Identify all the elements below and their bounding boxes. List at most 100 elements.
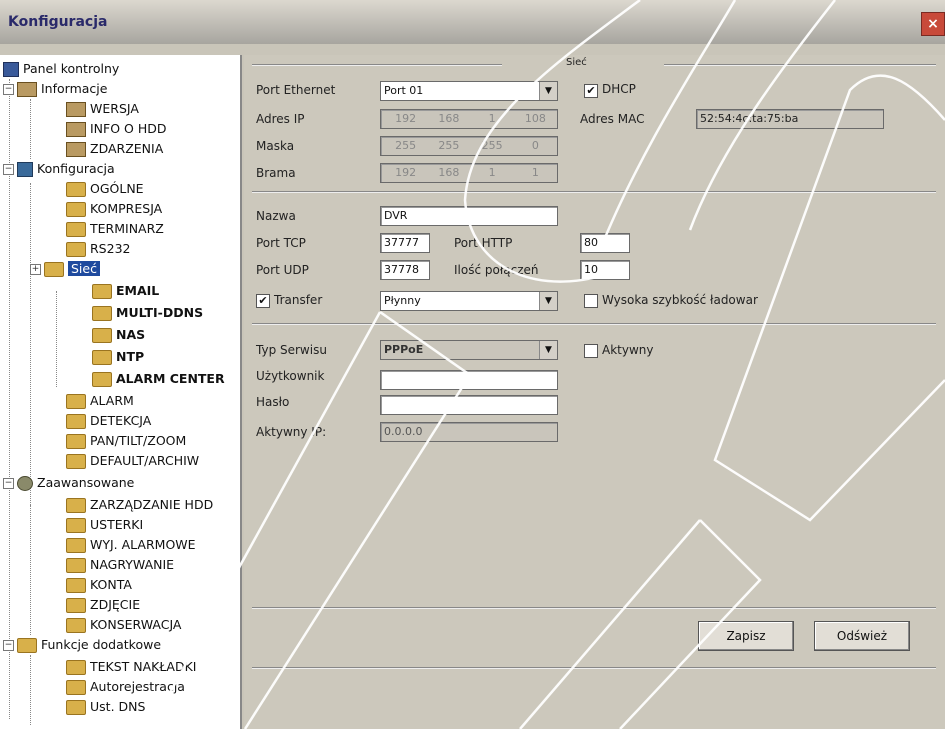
tree-item-panel-kontrolny[interactable]: Panel kontrolny: [3, 61, 119, 81]
ip-address-field[interactable]: 192 168 1 108: [380, 109, 558, 129]
service-type-value: PPPoE: [384, 343, 424, 356]
folder-icon: [92, 328, 112, 343]
folder-icon: [66, 454, 86, 469]
password-input[interactable]: [380, 395, 558, 415]
udp-port-label: Port UDP: [256, 263, 309, 277]
tree-label: RS232: [90, 241, 131, 256]
connections-input[interactable]: 10: [580, 260, 630, 280]
transfer-checkbox[interactable]: ✔: [256, 294, 270, 308]
tree-item-usterki[interactable]: USTERKI: [66, 517, 143, 537]
tree-item-kompresja[interactable]: KOMPRESJA: [66, 201, 162, 221]
ip-octet: 1: [488, 112, 496, 125]
dhcp-checkbox[interactable]: ✔: [584, 84, 598, 98]
http-port-label: Port HTTP: [454, 236, 513, 250]
tree-label: KOMPRESJA: [90, 201, 163, 216]
collapse-icon[interactable]: −: [3, 164, 14, 175]
udp-port-input[interactable]: 37778: [380, 260, 430, 280]
collapse-icon[interactable]: −: [3, 640, 14, 651]
ip-octet: 192: [395, 112, 417, 125]
username-input[interactable]: [380, 370, 558, 390]
collapse-icon[interactable]: −: [3, 84, 14, 95]
fast-download-label: Wysoka szybkość ładowar: [602, 293, 758, 307]
tree-item-ogolne[interactable]: OGÓLNE: [66, 181, 144, 201]
username-label: Użytkownik: [256, 369, 325, 383]
subnet-mask-field[interactable]: 255 255 255 0: [380, 136, 558, 156]
tree-item-rs232[interactable]: RS232: [66, 241, 130, 261]
tree-item-multi-ddns[interactable]: MULTI-DDNS: [92, 305, 203, 325]
tree-item-nagrywanie[interactable]: NAGRYWANIE: [66, 557, 174, 577]
transfer-select[interactable]: Płynny ▼: [380, 291, 558, 311]
tree-item-tekst-nakladki[interactable]: TEKST NAKŁADKI: [66, 659, 196, 679]
tree-item-funkcje-dodatkowe[interactable]: − Funkcje dodatkowe: [3, 637, 161, 657]
gateway-octet: 1: [531, 166, 539, 179]
tree-label: NAGRYWANIE: [90, 557, 175, 572]
tree-label: ALARM CENTER: [116, 371, 225, 386]
tree-item-zdarzenia[interactable]: ZDARZENIA: [66, 141, 163, 161]
tree-item-wyj-alarmowe[interactable]: WYJ. ALARMOWE: [66, 537, 196, 557]
tree-item-info-o-hdd[interactable]: INFO O HDD: [66, 121, 167, 141]
tree-item-informacje[interactable]: − Informacje: [3, 81, 107, 101]
tree-item-konserwacja[interactable]: KONSERWACJA: [66, 617, 181, 637]
device-name-value: DVR: [384, 209, 408, 222]
tree-item-ntp[interactable]: NTP: [92, 349, 144, 369]
collapse-icon[interactable]: +: [30, 264, 41, 275]
tree-item-default-archiw[interactable]: DEFAULT/ARCHIW: [66, 453, 199, 473]
tree-item-autorejestracja[interactable]: Autorejestracja: [66, 679, 185, 699]
tree-label: Panel kontrolny: [23, 61, 120, 76]
tree-item-zdjecie[interactable]: ZDJĘCIE: [66, 597, 140, 617]
tree-label: Zaawansowane: [37, 475, 135, 490]
tree-item-alarm-center[interactable]: ALARM CENTER: [92, 371, 225, 391]
mask-octet: 255: [481, 139, 503, 152]
tree-item-alarm[interactable]: ALARM: [66, 393, 134, 413]
tree-item-detekcja[interactable]: DETEKCJA: [66, 413, 151, 433]
tree-item-wersja[interactable]: WERSJA: [66, 101, 139, 121]
gateway-field[interactable]: 192 168 1 1: [380, 163, 558, 183]
tree-item-email[interactable]: EMAIL: [92, 283, 159, 303]
active-checkbox[interactable]: [584, 344, 598, 358]
close-button[interactable]: ×: [921, 12, 945, 36]
gateway-octet: 168: [438, 166, 460, 179]
tree-item-nas[interactable]: NAS: [92, 327, 145, 347]
tree-label: NTP: [116, 349, 145, 364]
tree-item-terminarz[interactable]: TERMINARZ: [66, 221, 164, 241]
tree-label: WERSJA: [90, 101, 139, 116]
service-type-select[interactable]: PPPoE ▼: [380, 340, 558, 360]
transfer-value: Płynny: [384, 294, 421, 307]
folder-icon: [92, 306, 112, 321]
port-ethernet-value: Port 01: [384, 84, 424, 97]
active-label: Aktywny: [602, 343, 654, 357]
tree-item-zaawansowane[interactable]: − Zaawansowane: [3, 475, 134, 495]
document-icon: [66, 122, 86, 137]
ip-label: Adres IP: [256, 112, 305, 126]
tcp-port-input[interactable]: 37777: [380, 233, 430, 253]
folder-icon: [66, 414, 86, 429]
tree-item-konfiguracja[interactable]: − Konfiguracja: [3, 161, 115, 181]
active-ip-label: Aktywny IP:: [256, 425, 327, 439]
folder-icon: [66, 618, 86, 633]
active-ip-field: 0.0.0.0: [380, 422, 558, 442]
port-ethernet-select[interactable]: Port 01 ▼: [380, 81, 558, 101]
tree-label: Ust. DNS: [90, 699, 146, 714]
folder-icon: [66, 182, 86, 197]
device-name-input[interactable]: DVR: [380, 206, 558, 226]
folder-icon: [66, 598, 86, 613]
folder-icon: [66, 538, 86, 553]
tree-item-konta[interactable]: KONTA: [66, 577, 132, 597]
computer-icon: [3, 62, 19, 77]
folder-icon: [66, 700, 86, 715]
tree-item-siec[interactable]: + Sieć: [30, 261, 100, 281]
http-port-input[interactable]: 80: [580, 233, 630, 253]
tree-label: TERMINARZ: [90, 221, 164, 236]
check-icon: ✔: [586, 84, 596, 97]
tree-label: TEKST NAKŁADKI: [90, 659, 197, 674]
tree-item-zarzadzanie-hdd[interactable]: ZARZĄDZANIE HDD: [66, 497, 213, 517]
refresh-button[interactable]: Odśwież: [814, 621, 910, 651]
tree-item-pan-tilt-zoom[interactable]: PAN/TILT/ZOOM: [66, 433, 186, 453]
dhcp-label: DHCP: [602, 82, 636, 96]
collapse-icon[interactable]: −: [3, 478, 14, 489]
folder-icon: [66, 434, 86, 449]
tcp-port-value: 37777: [384, 236, 419, 249]
tree-item-ust-dns[interactable]: Ust. DNS: [66, 699, 145, 719]
fast-download-checkbox[interactable]: [584, 294, 598, 308]
save-button[interactable]: Zapisz: [698, 621, 794, 651]
